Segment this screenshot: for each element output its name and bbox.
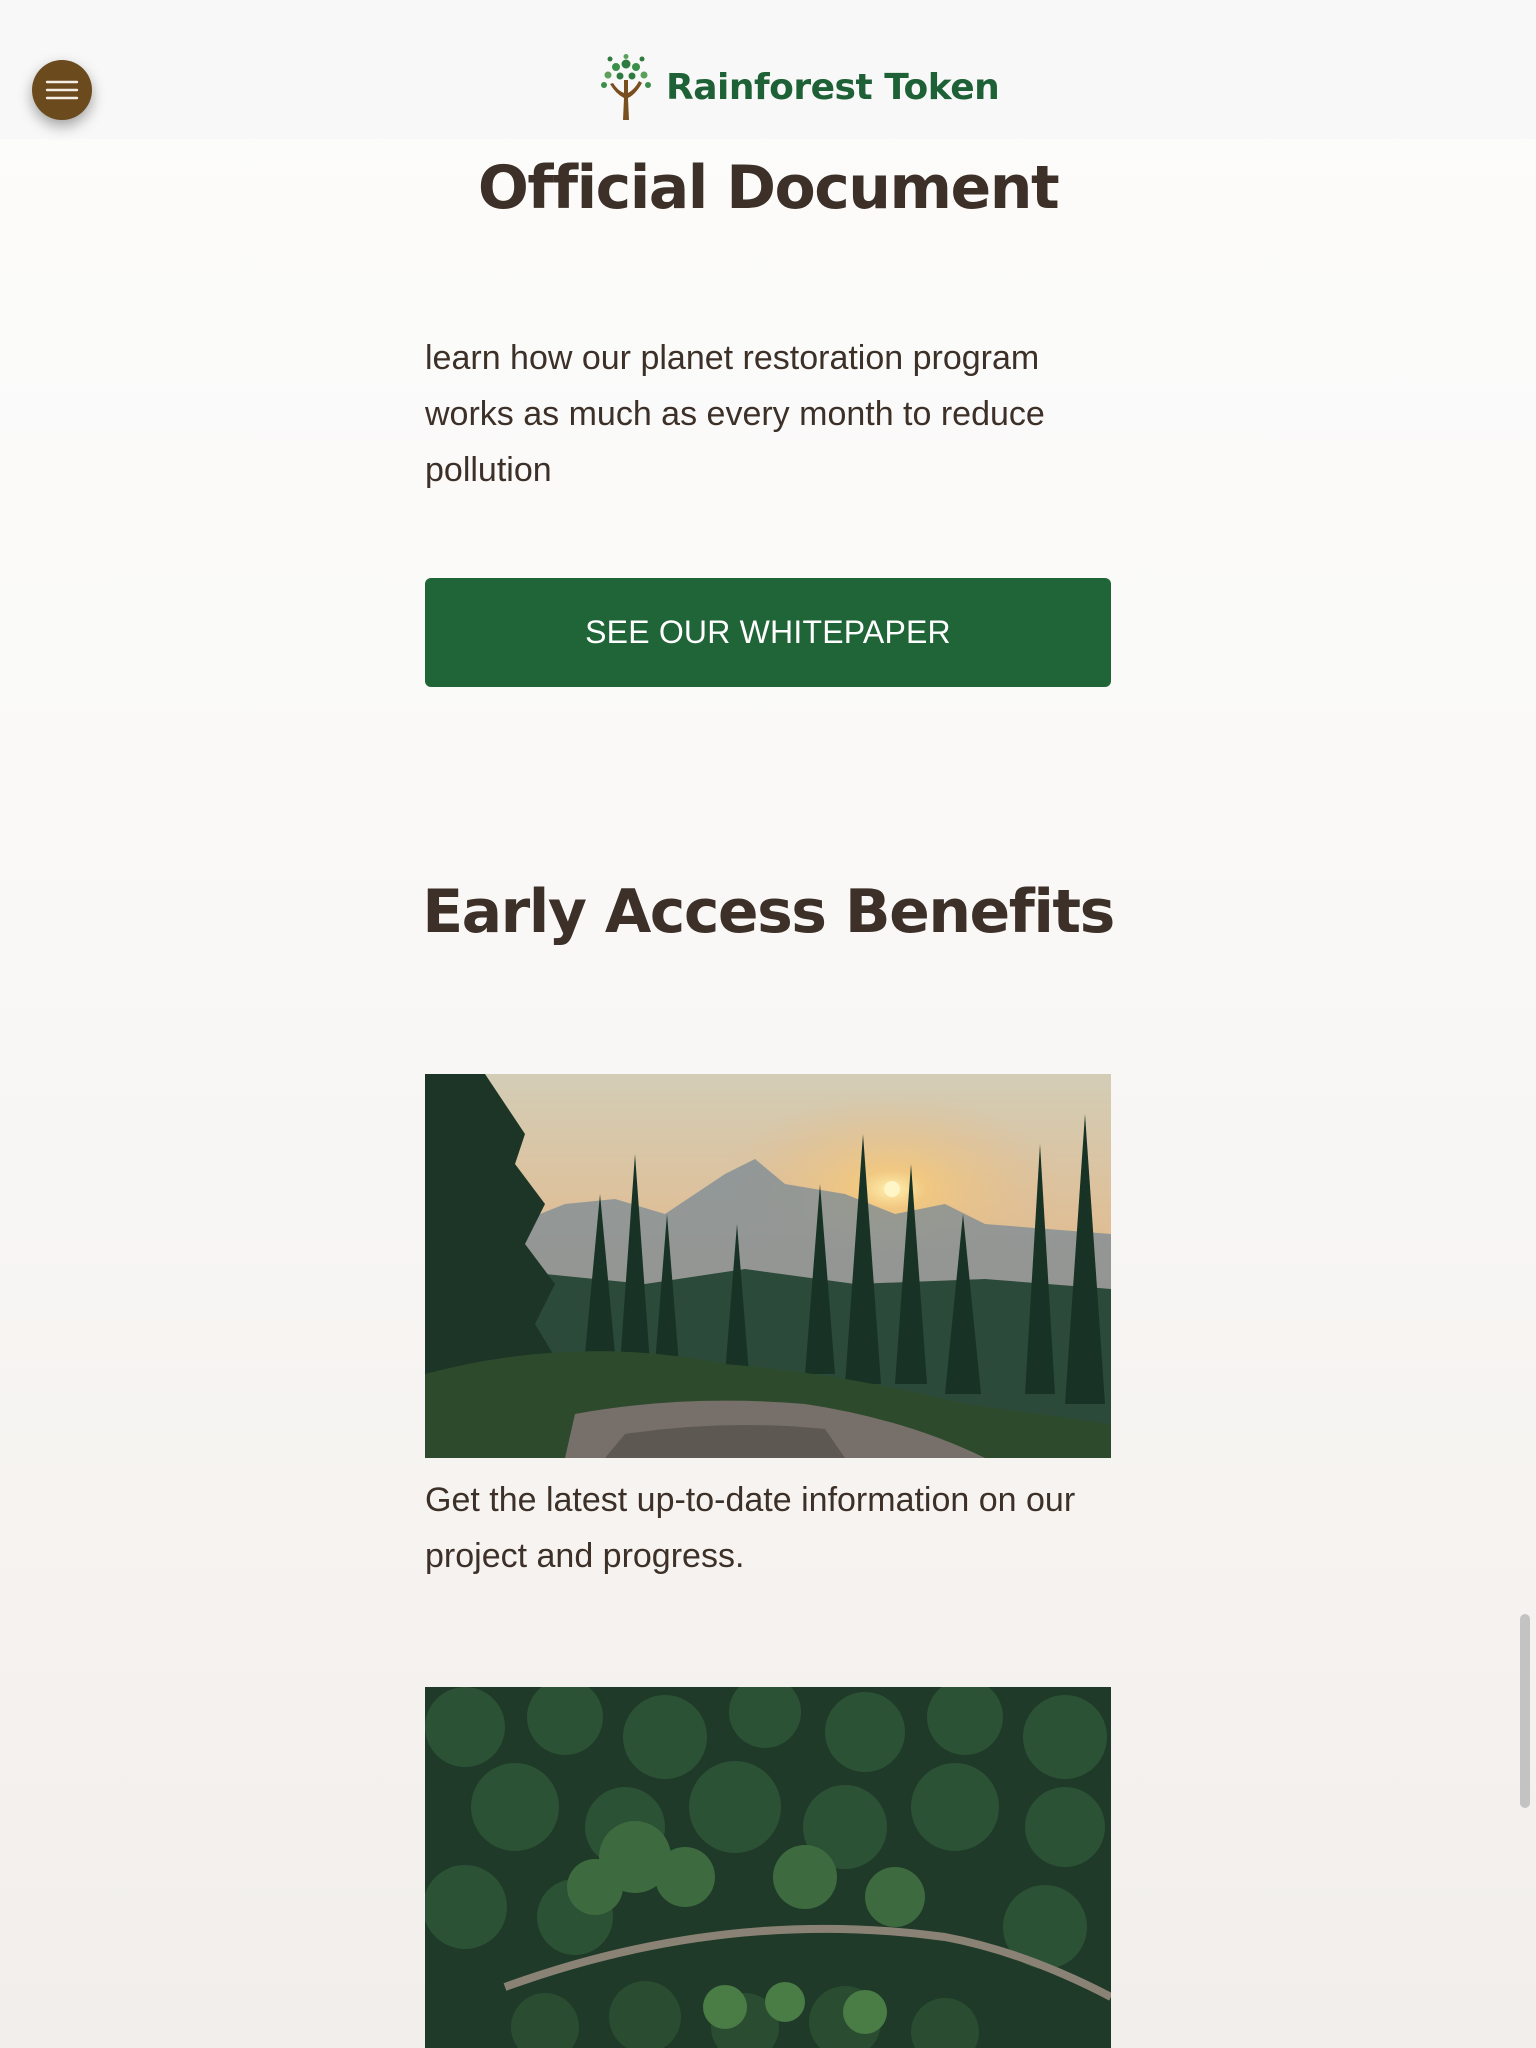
early-access-benefits-heading: Early Access Benefits	[422, 877, 1115, 947]
hamburger-icon	[45, 80, 79, 100]
benefit-description: Get the latest up-to-date information on…	[425, 1481, 1076, 1575]
official-document-heading: Official Document	[477, 153, 1060, 223]
aerial-forest-road-photo	[425, 1687, 1111, 2048]
mountain-forest-sunset-photo	[425, 1074, 1111, 1458]
brand-name: Rainforest Token	[666, 66, 1000, 108]
see-whitepaper-button[interactable]: SEE OUR WHITEPAPER	[425, 578, 1111, 687]
menu-button[interactable]	[32, 60, 92, 120]
brand-logo-link[interactable]: Rainforest Token	[598, 52, 1000, 122]
official-document-description: learn how our planet restoration program…	[425, 339, 1045, 489]
tree-icon	[601, 54, 651, 120]
scrollbar-thumb[interactable]	[1520, 1614, 1530, 1808]
top-bar: Rainforest Token	[0, 0, 1536, 139]
